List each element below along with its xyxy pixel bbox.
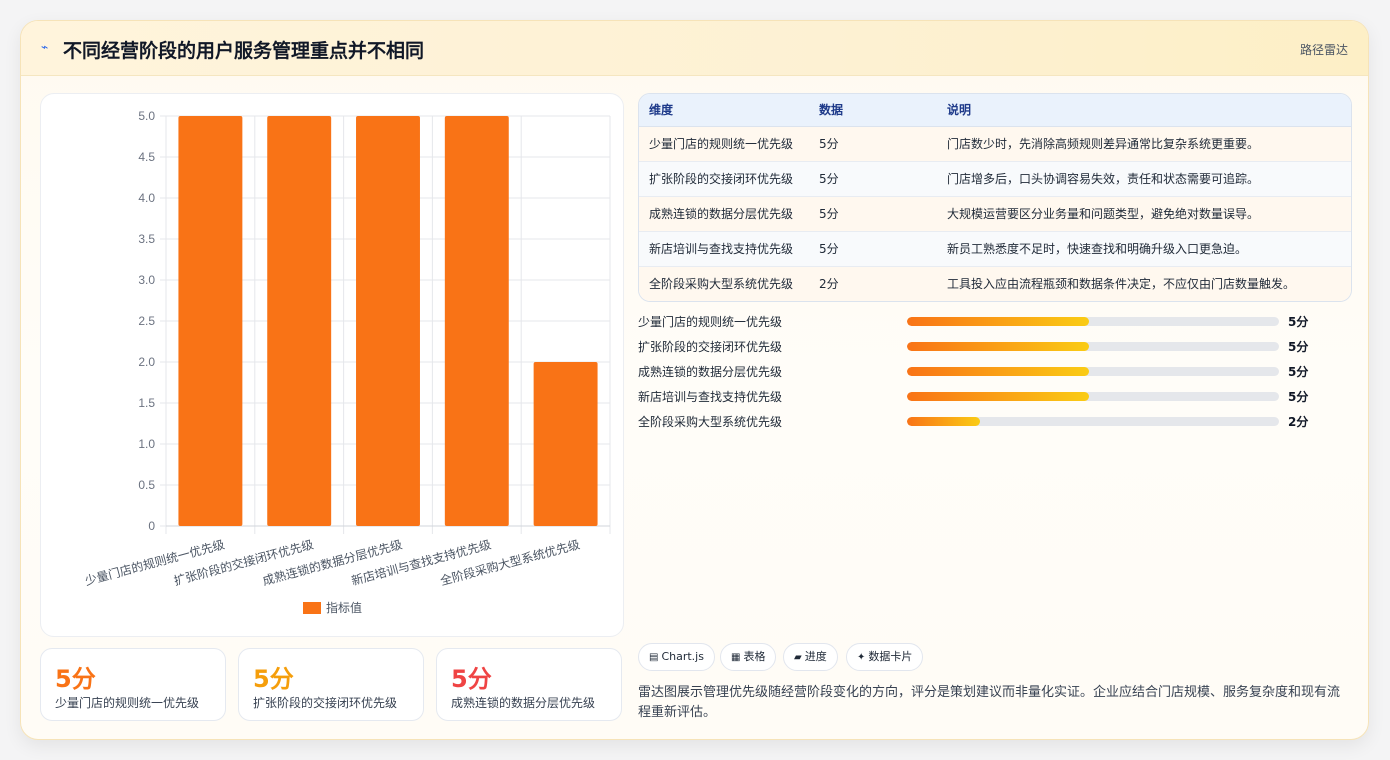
table-cell: 5分 [819,242,839,256]
progress-track [907,417,1279,426]
progress-fill [907,342,1090,351]
progress-track [907,392,1279,401]
table-icon: ▦ [731,652,741,663]
bar [267,116,332,526]
y-tick-label: 1.5 [138,396,155,410]
legend-swatch [303,602,321,614]
y-tick-label: 5.0 [138,109,155,123]
table-header: 维度 数据 说明 [639,94,1351,127]
legend-label: 指标值 [326,600,362,615]
y-tick-label: 3.5 [138,232,155,246]
table-row: 全阶段采购大型系统优先级 2分 工具投入应由流程瓶颈和数据条件决定，不应仅由门店… [639,267,1351,301]
progress-track [907,317,1279,326]
kpi-card: 5分 成熟连锁的数据分层优先级 [436,648,622,721]
progress-fill [907,417,980,426]
progress-track [907,342,1279,351]
table-row: 少量门店的规则统一优先级 5分 门店数少时，先消除高频规则差异通常比复杂系统更重… [639,127,1351,162]
progress-label: 少量门店的规则统一优先级 [638,315,783,329]
table-cell: 2分 [819,277,839,291]
chip-label: 进度 [804,650,827,663]
progress-icon: ▰ [794,652,802,663]
kpi-value: 5分 [451,665,492,693]
table-cell: 门店增多后，口头协调容易失效，责任和状态需要可追踪。 [947,172,1260,186]
progress-row: 新店培训与查找支持优先级 5分 [638,386,1352,406]
chip-table[interactable]: ▦ 表格 [720,643,777,671]
table-cell: 门店数少时，先消除高频规则差异通常比复杂系统更重要。 [947,137,1260,151]
table-cell: 扩张阶段的交接闭环优先级 [649,172,794,186]
y-tick-label: 0 [148,519,155,533]
kpi-label: 成熟连锁的数据分层优先级 [451,696,596,710]
progress-value: 2分 [1288,415,1309,429]
main-card: ⌁ 不同经营阶段的用户服务管理重点并不相同 路径雷达 0 0.5 1.0 1.5 2.0… [20,20,1369,740]
chart-icon: ▤ [649,652,659,663]
bar-chart-panel: 0 0.5 1.0 1.5 2.0 2.5 3.0 3.5 4.0 4.5 5.0 少量门店的规则统一… [40,93,624,637]
y-tick-label: 4.5 [138,150,155,164]
progress-label: 成熟连锁的数据分层优先级 [638,365,783,379]
table-row: 扩张阶段的交接闭环优先级 5分 门店增多后，口头协调容易失效，责任和状态需要可追… [639,162,1351,197]
table-cell: 全阶段采购大型系统优先级 [649,277,794,291]
kpi-card: 5分 少量门店的规则统一优先级 [40,648,226,721]
chip-chartjs[interactable]: ▤ Chart.js [638,643,715,671]
y-tick-label: 3.0 [138,273,155,287]
progress-row: 全阶段采购大型系统优先级 2分 [638,411,1352,431]
kpi-card: 5分 扩张阶段的交接闭环优先级 [238,648,424,721]
bar [178,116,243,526]
progress-row: 少量门店的规则统一优先级 5分 [638,311,1352,331]
table-header-cell: 维度 [649,103,674,117]
y-tick-label: 0.5 [138,478,155,492]
table-cell: 大规模运营要区分业务量和问题类型，避免绝对数量误导。 [947,207,1260,221]
table-cell: 成熟连锁的数据分层优先级 [649,207,794,221]
card-icon: ✦ [857,652,866,663]
table-cell: 5分 [819,207,839,221]
progress-fill [907,392,1090,401]
progress-value: 5分 [1288,315,1309,329]
table-cell: 5分 [819,137,839,151]
table-row: 新店培训与查找支持优先级 5分 新员工熟悉度不足时，快速查找和明确升级入口更急迫… [639,232,1351,267]
table-cell: 5分 [819,172,839,186]
chip-data-card[interactable]: ✦ 数据卡片 [846,643,924,671]
progress-label: 全阶段采购大型系统优先级 [638,415,783,429]
data-table: 维度 数据 说明 少量门店的规则统一优先级 5分 门店数少时，先消除高频规则差异… [638,93,1352,302]
bar [356,116,420,526]
y-tick-label: 2.0 [138,355,155,369]
chip-progress[interactable]: ▰ 进度 [783,643,838,671]
progress-label: 扩张阶段的交接闭环优先级 [638,340,783,354]
y-tick-label: 2.5 [138,314,155,328]
table-cell: 新店培训与查找支持优先级 [649,242,794,256]
bar-chart: 00.51.01.52.02.53.03.54.04.55.0少量门店的规则统一… [83,109,611,615]
table-cell: 新员工熟悉度不足时，快速查找和明确升级入口更急迫。 [947,242,1248,256]
footnote: 雷达图展示管理优先级随经营阶段变化的方向，评分是策划建议而非量化实证。企业应结合… [638,685,1341,720]
chip-label: 数据卡片 [868,650,913,663]
progress-row: 扩张阶段的交接闭环优先级 5分 [638,336,1352,356]
bar [533,362,598,526]
table-header-cell: 数据 [819,103,844,117]
progress-track [907,367,1279,376]
progress-fill [907,367,1090,376]
progress-row: 成熟连锁的数据分层优先级 5分 [638,361,1352,381]
page-title: 不同经营阶段的用户服务管理重点并不相同 [63,40,425,62]
progress-label: 新店培训与查找支持优先级 [638,390,783,404]
kpi-value: 5分 [253,665,294,693]
header-tag: 路径雷达 [1299,43,1348,57]
progress-fill [907,317,1090,326]
table-cell: 少量门店的规则统一优先级 [649,137,794,151]
kpi-value: 5分 [55,665,96,693]
table-cell: 工具投入应由流程瓶颈和数据条件决定，不应仅由门店数量触发。 [947,277,1296,291]
kpi-label: 少量门店的规则统一优先级 [55,696,200,710]
table-header-cell: 说明 [947,103,972,117]
chip-label: Chart.js [661,650,704,663]
sparkle-icon: ⌁ [41,40,49,54]
kpi-label: 扩张阶段的交接闭环优先级 [253,696,398,710]
table-row: 成熟连锁的数据分层优先级 5分 大规模运营要区分业务量和问题类型，避免绝对数量误… [639,197,1351,232]
y-tick-label: 1.0 [138,437,155,451]
progress-value: 5分 [1288,365,1309,379]
bar [444,116,509,526]
progress-value: 5分 [1288,340,1309,354]
progress-value: 5分 [1288,390,1309,404]
y-tick-label: 4.0 [138,191,155,205]
header-bar: ⌁ 不同经营阶段的用户服务管理重点并不相同 路径雷达 [21,21,1368,76]
chip-label: 表格 [743,650,766,663]
